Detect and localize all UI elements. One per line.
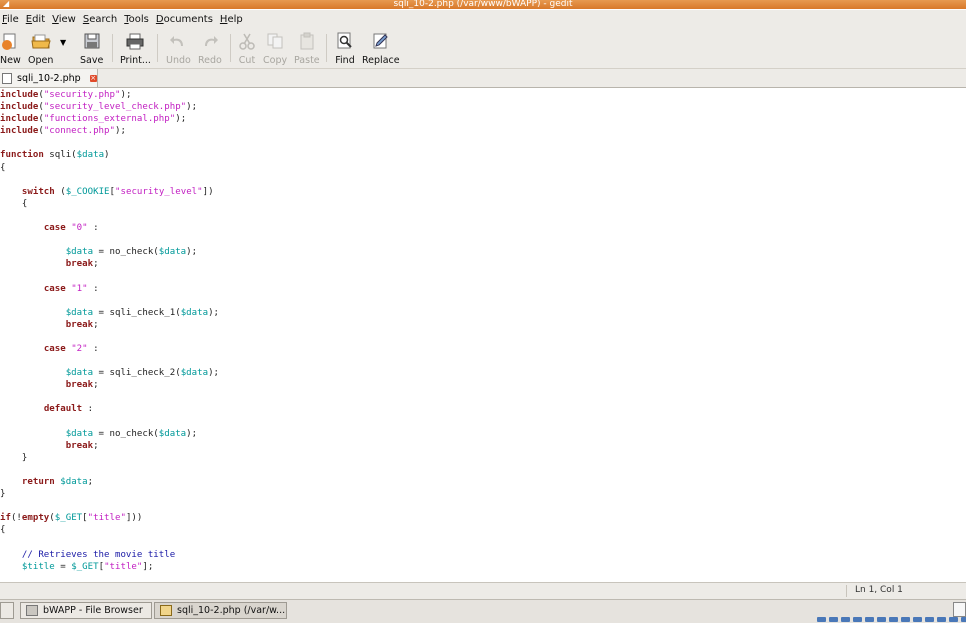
open-button[interactable]: Open <box>28 31 53 66</box>
cursor-position: Ln 1, Col 1 <box>855 585 903 595</box>
code-editor[interactable]: include("security.php"); include("securi… <box>0 88 966 581</box>
trash-icon[interactable] <box>953 602 966 617</box>
folder-open-icon <box>31 31 51 51</box>
menu-file[interactable]: File <box>0 14 22 25</box>
new-document-icon <box>0 31 20 51</box>
save-icon <box>82 31 102 51</box>
window-menu-icon[interactable]: ◢ <box>3 0 9 8</box>
undo-icon <box>168 31 188 51</box>
redo-button[interactable]: Redo <box>198 31 222 66</box>
undo-button[interactable]: Undo <box>166 31 191 66</box>
tray-icon[interactable] <box>949 617 958 622</box>
window-title: sqli_10-2.php (/var/www/bWAPP) - gedit <box>393 0 573 9</box>
save-button[interactable]: Save <box>80 31 103 66</box>
copy-button[interactable]: Copy <box>263 31 287 66</box>
tray-icon[interactable] <box>853 617 862 622</box>
scissors-icon <box>237 31 257 51</box>
toolbar: New Open ▼ Save Print... Undo Redo Cut C… <box>0 28 966 69</box>
find-button[interactable]: Find <box>335 31 355 66</box>
tray-icon[interactable] <box>877 617 886 622</box>
paste-button[interactable]: Paste <box>294 31 320 66</box>
cut-button[interactable]: Cut <box>237 31 257 66</box>
tab-sqli-10-2[interactable]: sqli_10-2.php × <box>0 69 98 87</box>
taskbar-label: sqli_10-2.php (/var/w... <box>177 605 286 616</box>
file-browser-icon <box>26 605 38 616</box>
tab-label: sqli_10-2.php <box>17 72 81 84</box>
taskbar-item-gedit[interactable]: sqli_10-2.php (/var/w... <box>154 602 287 619</box>
tray-icon[interactable] <box>841 617 850 622</box>
menu-view[interactable]: View <box>50 14 79 25</box>
menu-tools[interactable]: Tools <box>122 14 152 25</box>
close-icon[interactable]: × <box>89 74 97 82</box>
document-icon <box>2 72 12 84</box>
toolbar-separator <box>326 34 327 62</box>
menu-edit[interactable]: Edit <box>24 14 48 25</box>
tray-icon[interactable] <box>829 617 838 622</box>
menu-documents[interactable]: Documents <box>154 14 216 25</box>
printer-icon <box>125 31 145 51</box>
tray-icon[interactable] <box>925 617 934 622</box>
print-button[interactable]: Print... <box>120 31 151 66</box>
clipboard-icon <box>297 31 317 51</box>
status-separator <box>846 585 847 597</box>
tray-icon[interactable] <box>961 617 966 622</box>
menu-bar: File Edit View Search Tools Documents He… <box>0 10 966 28</box>
tray-icon[interactable] <box>817 617 826 622</box>
status-bar: Ln 1, Col 1 <box>0 582 966 599</box>
toolbar-separator <box>157 34 158 62</box>
taskbar-label: bWAPP - File Browser <box>43 605 143 616</box>
new-button[interactable]: New <box>0 31 21 66</box>
system-tray <box>817 617 966 622</box>
find-icon <box>335 31 355 51</box>
tray-icon[interactable] <box>889 617 898 622</box>
title-bar: ◢ sqli_10-2.php (/var/www/bWAPP) - gedit <box>0 0 966 9</box>
taskbar-item-file-browser[interactable]: bWAPP - File Browser <box>20 602 152 619</box>
replace-button[interactable]: Replace <box>362 31 400 66</box>
show-desktop-button[interactable] <box>0 602 14 619</box>
menu-search[interactable]: Search <box>81 14 120 25</box>
gedit-icon <box>160 605 172 616</box>
tray-icon[interactable] <box>937 617 946 622</box>
replace-icon <box>371 31 391 51</box>
menu-help[interactable]: Help <box>218 14 246 25</box>
tray-icon[interactable] <box>865 617 874 622</box>
document-tabs: sqli_10-2.php × <box>0 69 966 88</box>
copy-icon <box>265 31 285 51</box>
chevron-down-icon: ▼ <box>60 38 67 47</box>
code-text[interactable]: include("security.php"); include("securi… <box>0 89 219 573</box>
tray-icon[interactable] <box>901 617 910 622</box>
open-dropdown-button[interactable]: ▼ <box>60 38 66 47</box>
toolbar-separator <box>112 34 113 62</box>
tray-icon[interactable] <box>913 617 922 622</box>
toolbar-separator <box>230 34 231 62</box>
redo-icon <box>200 31 220 51</box>
